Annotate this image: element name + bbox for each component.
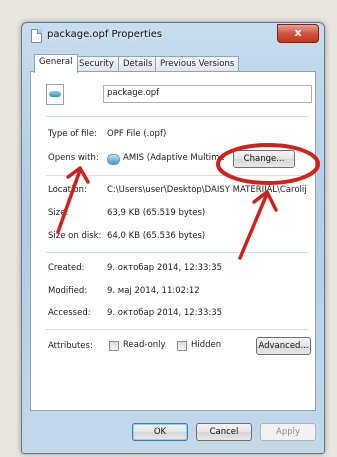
file-name-field[interactable]: package.opf [103,85,312,103]
attributes-label: Attributes: [48,341,93,351]
title-bar[interactable]: package.opf Properties x [22,23,324,49]
divider [46,252,308,253]
accessed-label: Accessed: [48,308,91,318]
hidden-label[interactable]: Hidden [191,340,221,350]
general-panel: package.opf Type of file: OPF File (.opf… [30,71,316,411]
window-title: package.opf Properties [47,29,163,40]
tab-general[interactable]: General [34,54,78,73]
tab-previous-versions[interactable]: Previous Versions [155,56,240,72]
type-value: OPF File (.opf) [107,129,167,139]
close-button[interactable]: x [277,24,319,43]
hidden-checkbox[interactable] [177,341,187,351]
divider [46,116,308,117]
size-value: 63,9 KB (65.519 bytes) [107,208,206,218]
advanced-button[interactable]: Advanced... [256,337,311,355]
read-only-checkbox[interactable] [109,341,119,351]
location-label: Location: [48,185,87,195]
tab-details[interactable]: Details [118,56,158,72]
modified-label: Modified: [48,286,88,296]
divider [46,329,308,330]
ok-button[interactable]: OK [132,423,188,441]
size-on-disk-label: Size on disk: [48,231,102,241]
type-label: Type of file: [48,129,97,139]
modified-value: 9. мај 2014, 11:02:12 [107,286,200,296]
size-on-disk-value: 64,0 KB (65.536 bytes) [107,231,206,241]
read-only-label[interactable]: Read-only [123,340,166,350]
properties-dialog: package.opf Properties x General Securit… [21,22,325,454]
created-label: Created: [48,263,85,273]
apply-button[interactable]: Apply [260,423,316,441]
created-value: 9. октобар 2014, 12:33:35 [107,263,223,273]
file-icon [31,29,42,43]
opens-with-value: AMIS (Adaptive Multime [123,153,225,163]
document-icon [46,84,64,105]
cancel-button[interactable]: Cancel [196,423,252,441]
accessed-value: 9. октобар 2014, 12:33:35 [107,308,223,318]
location-value: C:\Users\user\Desktop\DAISY MATERIJAL\Ca… [107,185,307,195]
opens-with-label: Opens with: [48,153,99,163]
tab-security[interactable]: Security [74,56,119,72]
size-label: Size: [48,208,69,218]
change-button[interactable]: Change... [233,150,295,168]
amis-app-icon [107,154,120,165]
divider [46,175,308,176]
